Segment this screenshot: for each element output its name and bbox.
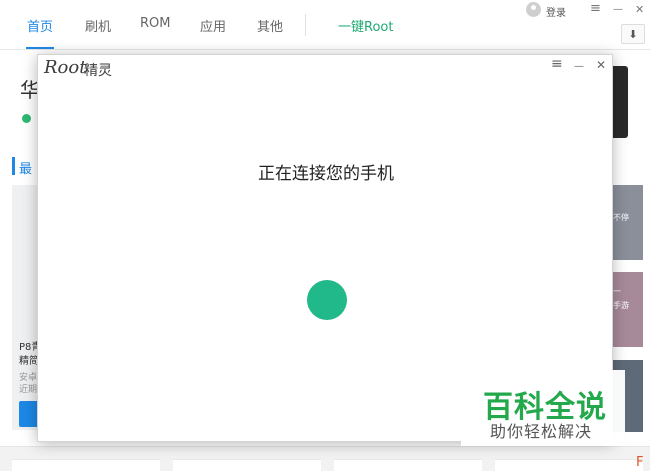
download-icon[interactable]: ⬇ [621, 24, 645, 44]
tab-rom[interactable]: ROM [140, 16, 170, 31]
tab-other[interactable]: 其他 [257, 16, 283, 35]
app-close-icon[interactable]: ✕ [635, 3, 644, 16]
dialog-close-icon[interactable]: ✕ [596, 57, 606, 73]
app-menu-icon[interactable]: ≡ [590, 1, 601, 16]
rom-card-subtitle: 安卓 近期 [19, 372, 37, 396]
active-tab-indicator [26, 47, 54, 49]
user-avatar-icon[interactable] [526, 2, 541, 17]
footer-card [173, 459, 321, 471]
tab-flash[interactable]: 刷机 [85, 16, 111, 35]
corner-logo-icon: F [636, 455, 644, 470]
footer-card [12, 459, 160, 471]
section-marker [12, 157, 15, 175]
dialog-menu-icon[interactable]: ≡ [551, 56, 563, 72]
footer-card [334, 459, 482, 471]
footer-card [495, 459, 643, 471]
watermark: 百科全说 助你轻松解决 [461, 370, 625, 446]
tab-apps[interactable]: 应用 [200, 16, 226, 35]
app-minimize-icon[interactable]: — [613, 4, 623, 15]
rom-card-sub-line: 安卓 [19, 373, 38, 383]
dialog-minimize-icon[interactable]: — [574, 59, 584, 75]
thumbnail-caption: 手游 [613, 301, 629, 310]
rom-card-sub-line: 近期 [19, 385, 38, 395]
check-icon [22, 114, 31, 123]
login-link[interactable]: 登录 [546, 4, 566, 19]
connecting-message: 正在连接您的手机 [258, 164, 394, 184]
section-title: 最 [19, 162, 33, 177]
tab-home[interactable]: 首页 [27, 16, 53, 35]
one-click-root-tab[interactable]: 一键Root [338, 16, 393, 35]
nav-divider [305, 14, 306, 36]
root-logo: Root [44, 57, 87, 78]
root-logo-text: 精灵 [84, 63, 112, 79]
rom-card-button[interactable] [19, 401, 39, 427]
watermark-subtitle: 助你轻松解决 [490, 422, 593, 441]
loading-spinner-icon [307, 280, 347, 320]
top-navigation-bar: 首页 刷机 ROM 应用 其他 一键Root 登录 ≡ — ✕ ⬇ [0, 0, 650, 50]
thumbnail-caption: 一 [613, 287, 621, 296]
thumbnail-caption: 不停 [613, 213, 629, 222]
